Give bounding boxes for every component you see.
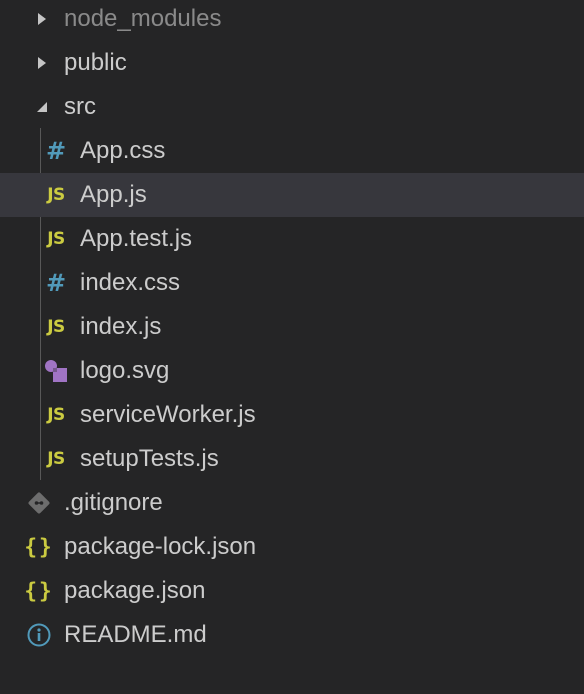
tree-item-index-js[interactable]: JS index.js bbox=[0, 305, 584, 349]
tree-item-readme-md[interactable]: README.md bbox=[0, 613, 584, 657]
tree-item-gitignore[interactable]: .gitignore bbox=[0, 481, 584, 525]
git-file-icon bbox=[26, 490, 52, 516]
chevron-right-icon[interactable] bbox=[36, 56, 48, 70]
js-file-icon: JS bbox=[47, 405, 65, 425]
file-explorer-tree: node_modules public src # App.css JS App… bbox=[0, 0, 584, 694]
tree-item-index-css[interactable]: # index.css bbox=[0, 261, 584, 305]
tree-item-serviceworker-js[interactable]: JS serviceWorker.js bbox=[0, 393, 584, 437]
js-file-icon: JS bbox=[47, 317, 65, 337]
json-file-icon: {} bbox=[24, 579, 54, 603]
tree-item-app-test-js[interactable]: JS App.test.js bbox=[0, 217, 584, 261]
tree-item-label: package.json bbox=[64, 577, 206, 604]
tree-item-label: package-lock.json bbox=[64, 533, 257, 560]
tree-item-label: App.js bbox=[80, 181, 147, 208]
tree-item-label: src bbox=[64, 93, 96, 120]
tree-item-label: index.js bbox=[80, 313, 162, 340]
css-file-icon: # bbox=[45, 137, 67, 165]
tree-item-logo-svg[interactable]: logo.svg bbox=[0, 349, 584, 393]
tree-item-src[interactable]: src bbox=[0, 85, 584, 129]
js-file-icon: JS bbox=[47, 229, 65, 249]
tree-item-node-modules[interactable]: node_modules bbox=[0, 0, 584, 41]
tree-item-label: logo.svg bbox=[80, 357, 170, 384]
tree-item-package-lock-json[interactable]: {} package-lock.json bbox=[0, 525, 584, 569]
tree-item-label: node_modules bbox=[64, 5, 222, 32]
tree-item-label: public bbox=[64, 49, 127, 76]
chevron-right-icon[interactable] bbox=[36, 12, 48, 26]
js-file-icon: JS bbox=[47, 185, 65, 205]
tree-item-app-css[interactable]: # App.css bbox=[0, 129, 584, 173]
js-file-icon: JS bbox=[47, 449, 65, 469]
tree-item-label: serviceWorker.js bbox=[80, 401, 256, 428]
tree-item-public[interactable]: public bbox=[0, 41, 584, 85]
info-icon bbox=[26, 622, 52, 648]
css-file-icon: # bbox=[45, 269, 67, 297]
svg-file-icon bbox=[43, 358, 69, 384]
tree-item-label: index.css bbox=[80, 269, 181, 296]
tree-item-label: setupTests.js bbox=[80, 445, 219, 472]
tree-item-app-js[interactable]: JS App.js bbox=[0, 173, 584, 217]
tree-item-label: .gitignore bbox=[64, 489, 163, 516]
tree-item-label: README.md bbox=[64, 621, 207, 648]
tree-item-label: App.test.js bbox=[80, 225, 193, 252]
tree-item-setuptests-js[interactable]: JS setupTests.js bbox=[0, 437, 584, 481]
json-file-icon: {} bbox=[24, 535, 54, 559]
tree-item-label: App.css bbox=[80, 137, 166, 164]
chevron-down-icon[interactable] bbox=[36, 100, 48, 114]
tree-item-package-json[interactable]: {} package.json bbox=[0, 569, 584, 613]
